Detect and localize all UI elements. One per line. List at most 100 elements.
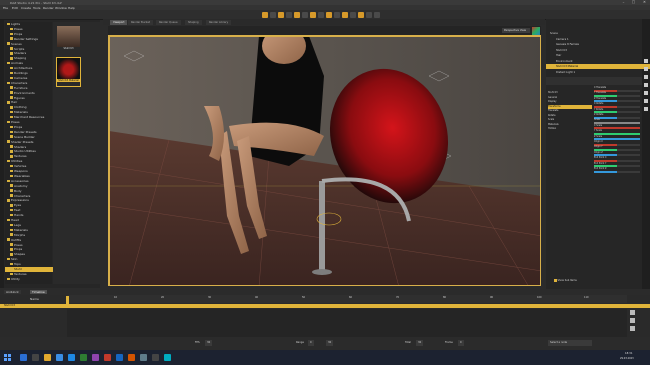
folder-icon (10, 194, 13, 197)
taskbar-app-icon[interactable] (116, 354, 123, 361)
taskbar-app-icon[interactable] (44, 354, 51, 361)
viewport[interactable] (108, 35, 541, 286)
tree-item-label: Architecture (14, 66, 33, 71)
total-field[interactable]: 30 (416, 340, 424, 346)
tab-shaping[interactable]: Shaping (185, 19, 202, 25)
key-tool-icon[interactable] (630, 318, 635, 323)
tab-timeline[interactable]: Timeline (30, 290, 47, 294)
geometry-tool-icon[interactable] (310, 11, 316, 18)
range-end-field[interactable]: 30 (326, 340, 334, 346)
tree-item-label: Cameras (14, 75, 28, 80)
windows-start-icon[interactable] (4, 354, 11, 361)
taskbar-app-icon[interactable] (56, 354, 63, 361)
node-select-dropdown[interactable]: Select a node (548, 340, 592, 346)
taskbar-app-icon[interactable] (164, 354, 171, 361)
parameters-list[interactable]: X Translate Y Translate Z Translate X Rotat… (546, 85, 642, 285)
tool-icon[interactable] (644, 91, 648, 95)
pose-tool-icon[interactable] (374, 11, 380, 18)
tool-icon[interactable] (644, 99, 648, 103)
select-tool-icon[interactable] (262, 11, 268, 18)
scene-node[interactable]: Distant Light 1 (546, 70, 650, 75)
tree-item-label: Lights (11, 22, 21, 26)
parameter-slider[interactable]: Z Rotate (594, 113, 640, 119)
fps-label: FPS (195, 341, 200, 344)
range-label: Range (296, 341, 304, 344)
timeline-keys-area[interactable] (67, 309, 627, 337)
tree-item-label: Studio Utilities (14, 149, 36, 154)
taskbar-app-icon[interactable] (80, 354, 87, 361)
frame-field[interactable]: 0 (458, 340, 464, 346)
key-tool-icon[interactable] (630, 310, 635, 315)
render-icon[interactable] (342, 11, 348, 18)
tool-icon[interactable] (644, 67, 648, 71)
taskbar-app-icon[interactable] (32, 354, 39, 361)
taskbar-app-icon[interactable] (152, 354, 159, 361)
tree-item-label: Clothing (14, 105, 27, 110)
thumbnail-item-selected[interactable]: Stuhl K3 Material (56, 57, 81, 87)
light-tool-icon[interactable] (358, 11, 364, 18)
taskbar-app-icon[interactable] (104, 354, 111, 361)
node-weight-icon[interactable] (326, 11, 332, 18)
tool-icon[interactable] (644, 107, 648, 111)
universal-tool-icon[interactable] (294, 11, 300, 18)
taskbar-app-icon[interactable] (128, 354, 135, 361)
taskbar-app-icon[interactable] (92, 354, 99, 361)
rotate-tool-icon[interactable] (278, 11, 284, 18)
camera-tool-icon[interactable] (350, 11, 356, 18)
parameters-header (546, 77, 642, 85)
show-sub-items-checkbox[interactable]: Show Sub Items (554, 278, 614, 283)
tree-item-label: Props (14, 124, 23, 129)
ruler-tick: 80 (443, 296, 447, 299)
folder-icon (7, 218, 10, 222)
taskbar-app-icon[interactable] (140, 354, 147, 361)
parameter-bar[interactable] (594, 116, 640, 119)
playhead[interactable] (66, 296, 69, 308)
tree-item-label: Hands (14, 213, 24, 218)
view-cube-icon[interactable] (532, 27, 540, 35)
left-panel-tabs[interactable] (0, 20, 4, 288)
tree-item-label: Merchant Resources (14, 115, 45, 120)
scene-node[interactable]: Stuhl K3 Material (546, 64, 650, 69)
region-nav-icon[interactable] (366, 11, 372, 18)
scene-node[interactable]: Scene (546, 31, 646, 36)
folder-icon (10, 57, 13, 60)
timeline-track-row[interactable]: Stuhl K3 (0, 304, 650, 308)
show-sub-items-label: Show Sub Items (557, 279, 577, 282)
parameter-slider[interactable]: End Point Z (594, 167, 640, 173)
spot-render-icon[interactable] (334, 11, 340, 18)
taskbar-app-icon[interactable] (20, 354, 27, 361)
tab-render-queue[interactable]: Render Queue (156, 19, 181, 25)
timeline-ruler[interactable]: 0102030405060708090100110 (67, 295, 627, 303)
scene-node[interactable]: Environment (546, 59, 650, 64)
camera-select[interactable]: Perspective View (502, 28, 530, 33)
scene-node[interactable]: Genesis 8 Female (546, 42, 650, 47)
range-start-field[interactable]: 0 (308, 340, 314, 346)
scene-node[interactable]: Hair (546, 53, 650, 58)
fps-field[interactable]: 30 (205, 340, 213, 346)
scene-node[interactable]: Stuhl K3 (546, 48, 650, 53)
content-tree[interactable]: Lights Poses Props Render Settings Scenes Scr… (5, 22, 57, 284)
joint-editor-icon[interactable] (302, 11, 308, 18)
tab-aniblock[interactable]: Aniblock (4, 290, 21, 294)
folder-icon (7, 159, 10, 163)
scene-node[interactable]: Camera 1 (546, 37, 650, 42)
tree-item[interactable]: Utility (5, 277, 54, 282)
tab-render-bucket[interactable]: Render Bucket (128, 19, 153, 25)
key-tool-icon[interactable] (630, 326, 635, 331)
scene-tree[interactable]: Scene Camera 1 Genesis 8 Female Stuhl K3 Hai… (546, 31, 650, 76)
surface-tool-icon[interactable] (318, 11, 324, 18)
tool-icon[interactable] (644, 59, 648, 63)
taskbar-app-icon[interactable] (68, 354, 75, 361)
tab-render-library[interactable]: Render Library (206, 19, 232, 25)
taskbar-date: 29.03.2023 (620, 357, 634, 360)
parameter-bar[interactable] (594, 170, 640, 173)
folder-icon (10, 52, 13, 55)
tab-viewport[interactable]: Viewport (110, 19, 128, 25)
viewport-header (108, 26, 541, 35)
tool-icon[interactable] (644, 83, 648, 87)
thumbnail-item[interactable]: Stuhl K3 (57, 26, 80, 54)
tool-icon[interactable] (644, 75, 648, 79)
move-tool-icon[interactable] (270, 11, 276, 18)
scale-tool-icon[interactable] (286, 11, 292, 18)
folder-icon (10, 37, 13, 40)
